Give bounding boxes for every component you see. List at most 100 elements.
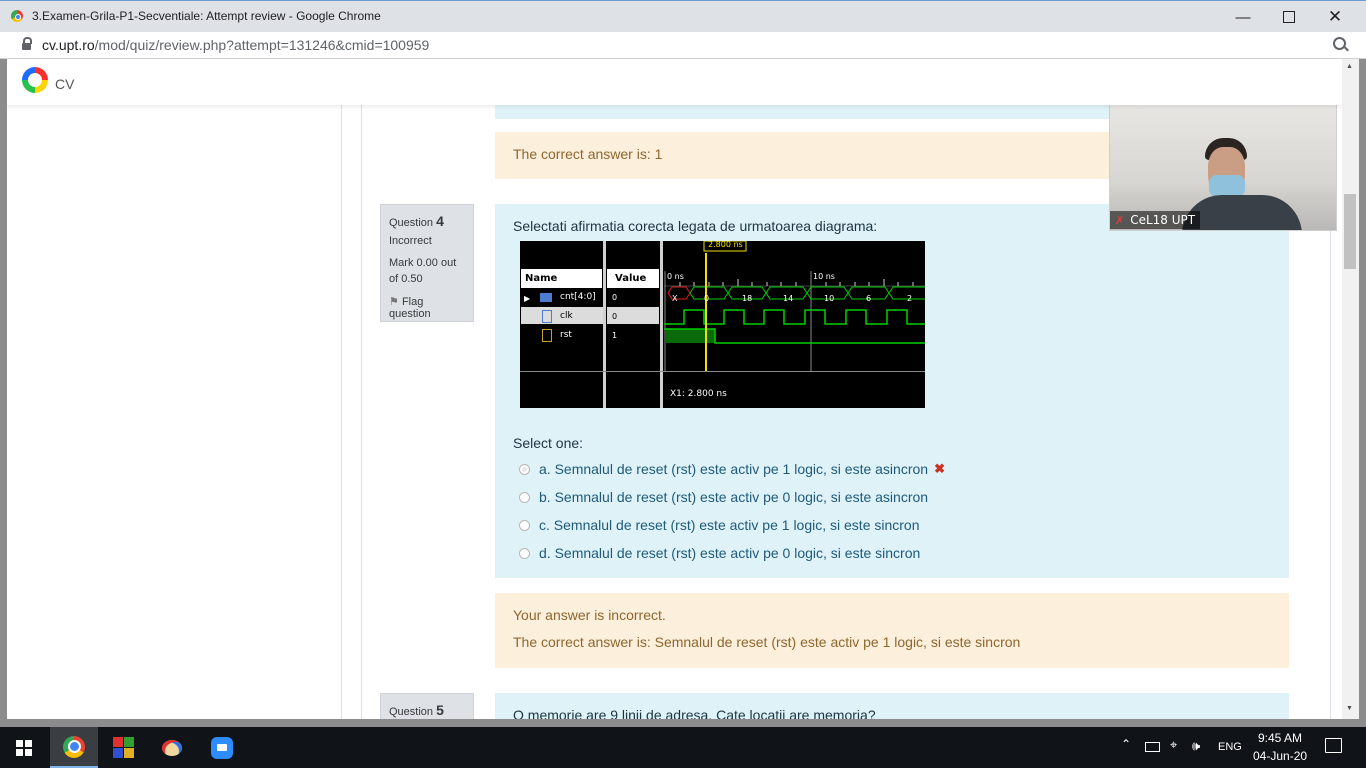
- taskbar-paint[interactable]: [148, 727, 196, 768]
- maximize-button[interactable]: [1266, 1, 1312, 33]
- lock-icon: [22, 43, 31, 50]
- volume-icon[interactable]: 🕪: [1192, 738, 1200, 754]
- select-one-prompt: Select one:: [513, 435, 584, 451]
- bus-value-6: 2: [907, 294, 913, 303]
- start-button[interactable]: [0, 727, 48, 768]
- value-column-divider: [660, 241, 663, 408]
- title-bar: 3.Examen-Grila-P1-Secventiale: Attempt r…: [0, 0, 1366, 32]
- radio-c: [519, 519, 530, 531]
- scroll-up-arrow[interactable]: ▲: [1346, 63, 1353, 70]
- question-feedback-box: Your answer is incorrect. The correct an…: [495, 593, 1289, 668]
- option-b-text: b. Semnalul de reset (rst) este activ pe…: [539, 489, 929, 505]
- taskbar-chrome[interactable]: [50, 727, 98, 768]
- language-indicator[interactable]: ENG: [1218, 741, 1242, 753]
- address-bar[interactable]: cv.upt.ro/mod/quiz/review.php?attempt=13…: [0, 32, 1366, 59]
- zoom-camera-icon: [211, 736, 233, 759]
- clock-time[interactable]: 9:45 AM: [1258, 731, 1302, 745]
- signal-icon-clk: [542, 310, 552, 323]
- question-5-text: O memorie are 9 linii de adresa. Cate lo…: [513, 707, 876, 719]
- question-state: Incorrect: [389, 235, 432, 247]
- question-info-box: Question 4 Incorrect Mark 0.00 out of 0.…: [380, 204, 474, 322]
- waveform-image: Name Value ▶ cnt[4:0] 0 clk 0 rst 1 2.80…: [520, 241, 925, 408]
- participant-name: CeL18 UPT: [1130, 213, 1196, 227]
- signal-name-cnt: cnt[4:0]: [560, 292, 596, 302]
- paint-palette-icon: [162, 739, 182, 756]
- bus-value-5: 6: [866, 294, 872, 303]
- window-title: 3.Examen-Grila-P1-Secventiale: Attempt r…: [32, 9, 381, 23]
- taskbar-zoom[interactable]: [198, 727, 246, 768]
- previous-correct-answer: The correct answer is: 1: [513, 146, 663, 162]
- feedback-incorrect-text: Your answer is incorrect.: [513, 607, 666, 623]
- participant-body: [1182, 195, 1302, 230]
- signal-icon-rst: [542, 329, 552, 342]
- page-scrollbar[interactable]: ▲ ▼: [1342, 59, 1359, 719]
- left-drawer: [7, 105, 342, 719]
- site-logo-icon-hole: [28, 73, 42, 87]
- question-5-info-box: Question 5: [380, 693, 474, 719]
- option-c-text: c. Semnalul de reset (rst) este activ pe…: [539, 517, 920, 533]
- signal-value-clk: 0: [612, 312, 618, 321]
- option-d-text: d. Semnalul de reset (rst) este activ pe…: [539, 545, 921, 561]
- scrollbar-thumb[interactable]: [1344, 194, 1356, 269]
- radio-b: [519, 491, 530, 503]
- chrome-icon-center: [15, 14, 21, 20]
- expand-icon: ▶: [524, 294, 531, 303]
- flag-icon: ⚑: [389, 296, 399, 308]
- incorrect-icon: ✖: [934, 461, 945, 476]
- question-box: Selectati afirmatia corecta legata de ur…: [495, 204, 1289, 578]
- notifications-icon[interactable]: [1325, 738, 1342, 753]
- answer-option-d: d. Semnalul de reset (rst) este activ pe…: [519, 544, 920, 562]
- winrar-icon: [113, 736, 134, 758]
- close-button[interactable]: ✕: [1312, 1, 1358, 33]
- clock-date[interactable]: 04-Jun-20: [1253, 749, 1307, 763]
- participant-mask: [1209, 175, 1245, 197]
- bus-value-1: 0: [704, 294, 710, 303]
- cursor-readout: X1: 2.800 ns: [670, 389, 727, 399]
- bus-value-2: 18: [742, 294, 753, 303]
- battery-icon[interactable]: [1145, 742, 1160, 752]
- bus-signal-icon: [540, 293, 552, 302]
- site-navbar: CV: [7, 59, 1342, 105]
- bus-value-3: 14: [783, 294, 794, 303]
- lock-shackle: [23, 37, 32, 44]
- option-a-text: a. Semnalul de reset (rst) este activ pe…: [539, 461, 929, 477]
- signal-name-clk: clk: [560, 311, 573, 321]
- windows-logo-icon: [16, 739, 32, 756]
- cursor-time-label: 2.800 ns: [708, 241, 743, 249]
- waveform-traces: [664, 241, 925, 371]
- name-header: Name: [521, 269, 602, 288]
- video-name-bar: ✗ CeL18 UPT: [1110, 211, 1200, 229]
- chrome-taskbar-icon: [63, 735, 85, 758]
- zoom-icon-handle: [1344, 46, 1349, 52]
- signal-value-rst: 1: [612, 331, 618, 340]
- radio-d: [519, 547, 530, 559]
- signal-name-rst: rst: [560, 330, 572, 340]
- value-header: Value: [607, 269, 659, 288]
- time-label-0: 0 ns: [667, 272, 684, 281]
- question-5-box: O memorie are 9 linii de adresa. Cate lo…: [495, 693, 1289, 719]
- taskbar-winrar[interactable]: [100, 727, 148, 768]
- video-call-window[interactable]: ✗ CeL18 UPT: [1109, 102, 1337, 231]
- answer-option-c: c. Semnalul de reset (rst) este activ pe…: [519, 516, 920, 534]
- answer-option-b: b. Semnalul de reset (rst) este activ pe…: [519, 488, 928, 506]
- bus-value-4: 10: [824, 294, 835, 303]
- time-label-10: 10 ns: [813, 272, 835, 281]
- bus-value-0: X: [672, 294, 678, 303]
- answer-option-a: a. Semnalul de reset (rst) este activ pe…: [519, 460, 945, 478]
- wifi-icon[interactable]: ⌖: [1170, 737, 1177, 753]
- radio-a: [519, 463, 530, 475]
- url-text[interactable]: cv.upt.ro/mod/quiz/review.php?attempt=13…: [42, 37, 429, 53]
- site-logo-text[interactable]: CV: [55, 76, 74, 92]
- feedback-right-answer: The correct answer is: Semnalul de reset…: [513, 634, 1021, 650]
- question-grade: Mark 0.00 out of 0.50: [389, 257, 457, 285]
- signal-value-cnt: 0: [612, 293, 618, 302]
- windows-taskbar: ⌃ ⌖ 🕪 ENG 9:45 AM 04-Jun-20: [0, 727, 1366, 768]
- tray-chevron-icon[interactable]: ⌃: [1121, 737, 1131, 751]
- name-column-divider: [603, 241, 606, 408]
- minimize-button[interactable]: —: [1220, 1, 1266, 33]
- question-text: Selectati afirmatia corecta legata de ur…: [513, 218, 878, 234]
- muted-mic-icon: ✗: [1115, 214, 1125, 227]
- scroll-down-arrow[interactable]: ▼: [1346, 705, 1353, 712]
- flag-question-link[interactable]: ⚑ Flag question: [389, 295, 465, 320]
- question-number: Question 4: [389, 213, 444, 229]
